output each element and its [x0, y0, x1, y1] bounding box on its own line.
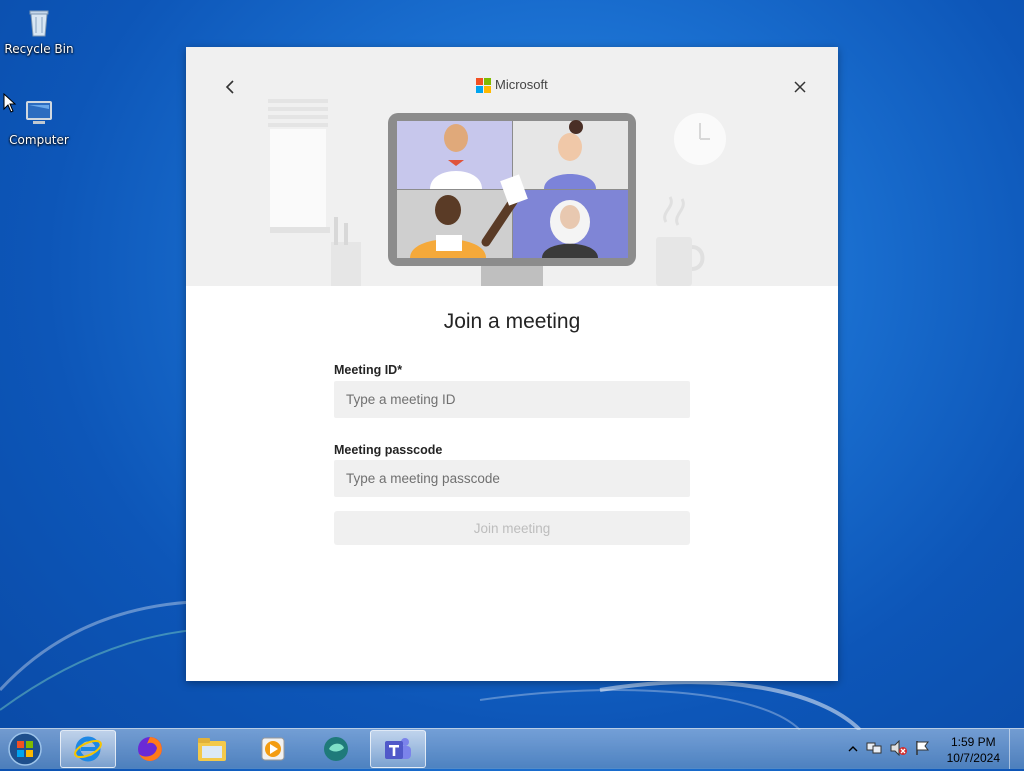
taskbar-internet-explorer[interactable] [60, 730, 116, 768]
meeting-passcode-input[interactable] [334, 460, 690, 497]
computer-icon [26, 101, 52, 124]
mouse-cursor-icon [3, 93, 17, 113]
meeting-passcode-label: Meeting passcode [334, 443, 443, 457]
media-player-icon [261, 737, 285, 761]
meeting-illustration: Microsoft [186, 47, 838, 286]
windows-start-icon [8, 732, 42, 766]
join-meeting-dialog: Microsoft Join a meeting Meeting ID* Mee… [186, 47, 838, 681]
taskbar: 1:59 PM 10/7/2024 [0, 728, 1024, 769]
volume-muted-icon[interactable] [890, 740, 908, 756]
desktop-icon-recycle-bin[interactable]: Recycle Bin [3, 6, 75, 56]
system-tray: 1:59 PM 10/7/2024 [824, 729, 1024, 769]
chevron-left-icon [225, 80, 234, 94]
action-center-flag-icon[interactable] [914, 740, 930, 756]
taskbar-firefox[interactable] [122, 730, 178, 768]
taskbar-chat-app[interactable] [308, 730, 364, 768]
close-button[interactable] [786, 73, 814, 101]
start-button[interactable] [5, 731, 45, 767]
chat-app-icon [324, 737, 348, 761]
meeting-id-label: Meeting ID* [334, 363, 403, 377]
taskbar-file-explorer[interactable] [184, 730, 240, 768]
clock-date: 10/7/2024 [946, 751, 1000, 765]
join-meeting-button[interactable]: Join meeting [334, 511, 690, 545]
meeting-id-input[interactable] [334, 381, 690, 418]
internet-explorer-icon [74, 736, 102, 762]
dialog-title: Join a meeting [443, 310, 581, 333]
clock[interactable]: 1:59 PM 10/7/2024 [947, 734, 1000, 766]
chevron-up-icon[interactable] [848, 744, 858, 754]
teams-icon [385, 738, 411, 759]
clock-time: 1:59 PM [950, 735, 996, 749]
firefox-icon [138, 737, 162, 761]
microsoft-logo-icon [476, 77, 491, 93]
desktop-icon-label: Recycle Bin [4, 42, 74, 56]
close-icon [794, 81, 806, 93]
network-icon[interactable] [866, 740, 882, 756]
microsoft-brand: Microsoft [476, 77, 548, 93]
taskbar-teams[interactable] [370, 730, 426, 768]
desktop-icon-label: Computer [9, 133, 69, 147]
taskbar-media-player[interactable] [245, 730, 301, 768]
file-explorer-icon [198, 738, 226, 761]
back-button[interactable] [217, 73, 245, 101]
show-desktop-button[interactable] [1009, 729, 1024, 769]
recycle-bin-icon [29, 10, 49, 37]
brand-name: Microsoft [495, 77, 548, 92]
